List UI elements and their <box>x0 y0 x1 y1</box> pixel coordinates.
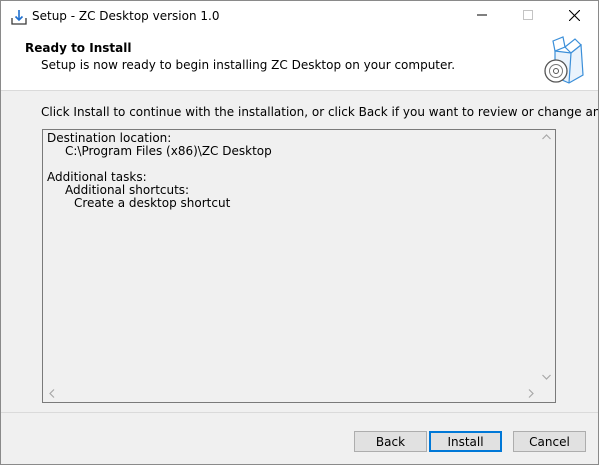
scroll-up-icon[interactable] <box>542 133 551 143</box>
setup-download-icon <box>10 8 28 26</box>
close-button[interactable] <box>551 1 597 32</box>
horizontal-scrollbar[interactable] <box>43 385 538 402</box>
cancel-button[interactable]: Cancel <box>513 431 586 452</box>
close-icon <box>568 9 580 22</box>
memo-text: Destination location: C:\Program Files (… <box>47 132 272 210</box>
window-title: Setup - ZC Desktop version 1.0 <box>32 9 220 23</box>
page-title: Ready to Install <box>25 41 132 55</box>
divider <box>1 412 598 413</box>
install-button[interactable]: Install <box>429 431 502 452</box>
memo-line: C:\Program Files (x86)\ZC Desktop <box>65 144 272 158</box>
memo-line: Create a desktop shortcut <box>74 196 231 210</box>
title-bar[interactable]: Setup - ZC Desktop version 1.0 <box>1 1 598 32</box>
instruction-text: Click Install to continue with the insta… <box>41 105 598 119</box>
wizard-header: Ready to Install Setup is now ready to b… <box>1 32 598 91</box>
scroll-down-icon[interactable] <box>542 373 551 383</box>
setup-box-disc-icon <box>541 35 587 87</box>
back-button[interactable]: Back <box>354 431 427 452</box>
scroll-left-icon[interactable] <box>49 389 55 401</box>
maximize-icon <box>523 10 533 20</box>
maximize-button <box>505 1 551 32</box>
minimize-button[interactable] <box>459 1 505 32</box>
setup-window: Setup - ZC Desktop version 1.0 Ready to … <box>0 0 599 465</box>
page-subtitle: Setup is now ready to begin installing Z… <box>41 58 456 72</box>
vertical-scrollbar[interactable] <box>538 130 555 385</box>
minimize-icon <box>477 14 487 16</box>
ready-memo-box[interactable]: Destination location: C:\Program Files (… <box>42 129 556 403</box>
scroll-right-icon[interactable] <box>528 389 534 401</box>
